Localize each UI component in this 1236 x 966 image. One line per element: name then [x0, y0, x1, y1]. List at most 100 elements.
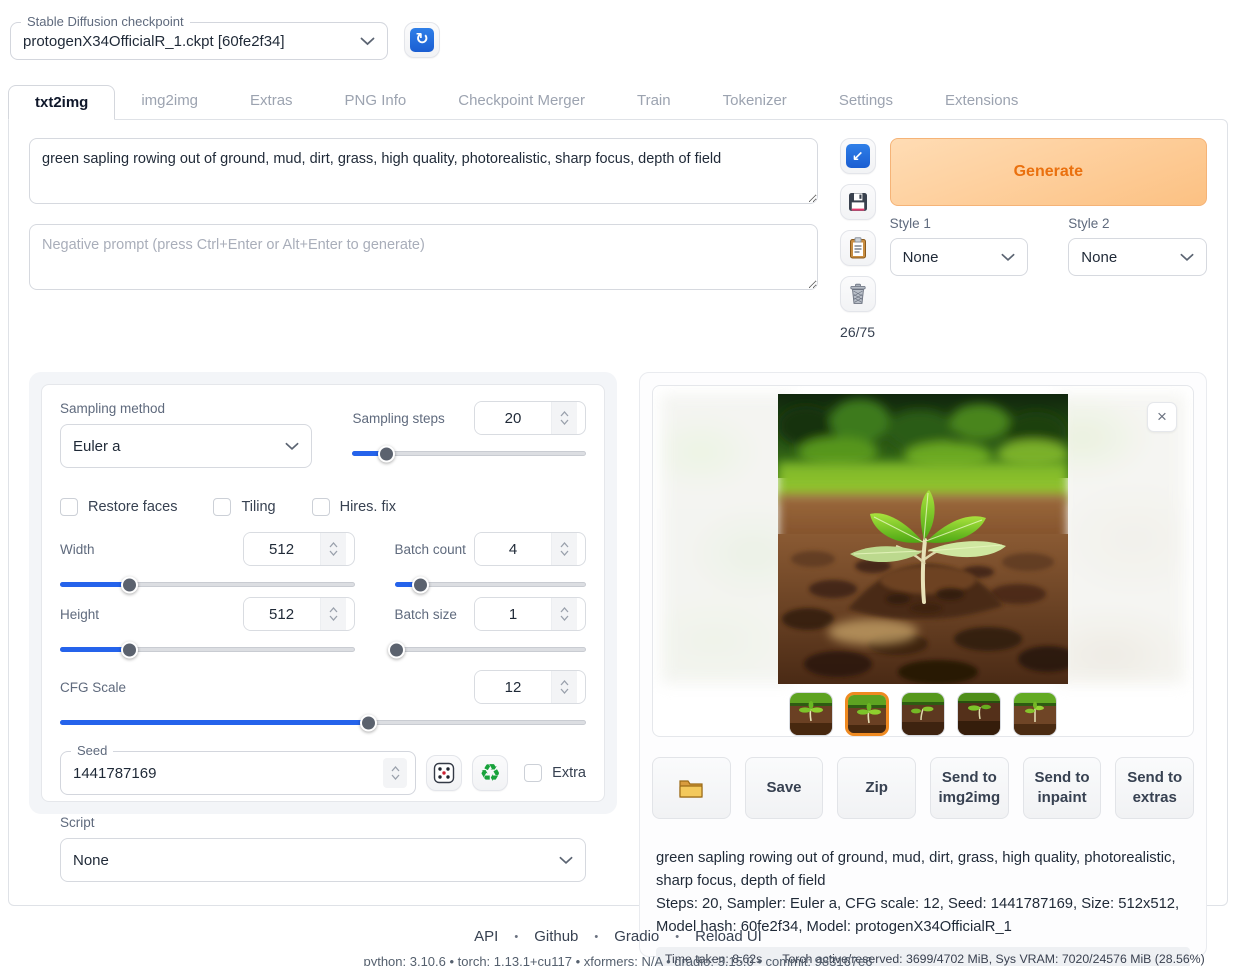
prompt-tools-column: ↙ [840, 138, 876, 340]
slider-handle[interactable] [360, 714, 377, 731]
number-spinner[interactable] [551, 533, 577, 565]
gallery-thumbnail-4[interactable] [957, 692, 1001, 736]
tab-extensions[interactable]: Extensions [919, 84, 1044, 119]
number-spinner[interactable] [320, 598, 346, 630]
tab-checkpoint-merger[interactable]: Checkpoint Merger [432, 84, 611, 119]
style2-dropdown[interactable]: None [1068, 238, 1207, 276]
tab-txt2img[interactable]: txt2img [8, 85, 115, 120]
chevron-down-icon [1001, 253, 1015, 262]
restore-faces-label: Restore faces [88, 499, 177, 515]
refresh-icon: ↻ [410, 28, 434, 52]
footer-link-reload-ui[interactable]: Reload UI [695, 928, 762, 945]
width-label: Width [60, 542, 95, 557]
negative-prompt-input[interactable] [29, 224, 818, 290]
clear-prompt-button[interactable] [840, 276, 876, 312]
zip-button[interactable]: Zip [837, 757, 916, 819]
gallery-thumbnail-2[interactable] [845, 692, 889, 736]
style2-value: None [1081, 249, 1180, 266]
height-input[interactable] [244, 598, 320, 630]
send-to-img2img-button[interactable]: Send to img2img [930, 757, 1009, 819]
save-button[interactable]: Save [745, 757, 824, 819]
generate-button[interactable]: Generate [890, 138, 1207, 206]
checkbox-icon [312, 498, 330, 516]
tab-img2img[interactable]: img2img [115, 84, 224, 119]
slider-handle[interactable] [378, 445, 395, 462]
bullet-separator: • [594, 931, 598, 943]
slider-handle[interactable] [121, 576, 138, 593]
tiling-checkbox[interactable]: Tiling [213, 498, 275, 516]
restore-faces-checkbox[interactable]: Restore faces [60, 498, 177, 516]
sampling-steps-input[interactable] [475, 402, 551, 434]
chevron-down-icon [285, 442, 299, 451]
generate-column: Generate Style 1 None Style 2 [890, 138, 1207, 340]
script-label: Script [60, 815, 586, 830]
reuse-seed-button[interactable]: ♻ [472, 755, 508, 791]
prompt-input[interactable]: green sapling rowing out of ground, mud,… [29, 138, 818, 204]
cfg-scale-slider[interactable] [60, 720, 586, 725]
batch-size-slider[interactable] [395, 647, 586, 652]
checkpoint-dropdown[interactable]: Stable Diffusion checkpoint protogenX34O… [10, 22, 388, 60]
hires-fix-checkbox[interactable]: Hires. fix [312, 498, 396, 516]
tab-train[interactable]: Train [611, 84, 697, 119]
footer-link-gradio[interactable]: Gradio [614, 928, 659, 945]
width-slider[interactable] [60, 582, 355, 587]
recycle-icon: ♻ [479, 761, 501, 785]
gallery-right-fade [1057, 394, 1185, 684]
number-spinner[interactable] [551, 402, 577, 434]
checkbox-icon [60, 498, 78, 516]
number-spinner[interactable] [383, 758, 407, 788]
height-slider[interactable] [60, 647, 355, 652]
checkpoint-value: protogenX34OfficialR_1.ckpt [60fe2f34] [23, 33, 360, 50]
batch-size-input[interactable] [475, 598, 551, 630]
gallery-thumbnail-5[interactable] [1013, 692, 1057, 736]
random-seed-button[interactable] [426, 755, 462, 791]
sampling-method-dropdown[interactable]: Euler a [60, 424, 312, 468]
number-spinner[interactable] [551, 598, 577, 630]
save-style-button[interactable] [840, 184, 876, 220]
result-gallery: × [652, 385, 1194, 737]
paste-generation-params-button[interactable]: ↙ [840, 138, 876, 174]
batch-count-input[interactable] [475, 533, 551, 565]
checkbox-icon [524, 764, 542, 782]
send-to-extras-button[interactable]: Send to extras [1115, 757, 1194, 819]
slider-handle[interactable] [388, 641, 405, 658]
width-input[interactable] [244, 533, 320, 565]
chevron-down-icon [1180, 253, 1194, 262]
hires-fix-label: Hires. fix [340, 499, 396, 515]
gallery-thumbnail-3[interactable] [901, 692, 945, 736]
number-spinner[interactable] [320, 533, 346, 565]
gallery-thumbnail-1[interactable] [789, 692, 833, 736]
close-gallery-button[interactable]: × [1147, 402, 1177, 432]
tab-png-info[interactable]: PNG Info [319, 84, 433, 119]
slider-handle[interactable] [412, 576, 429, 593]
output-prompt-text: green sapling rowing out of ground, mud,… [656, 847, 1190, 893]
footer-link-github[interactable]: Github [534, 928, 578, 945]
generated-image[interactable] [778, 394, 1068, 684]
tab-settings[interactable]: Settings [813, 84, 919, 119]
sampling-steps-slider[interactable] [352, 451, 586, 456]
tiling-label: Tiling [241, 499, 275, 515]
tab-tokenizer[interactable]: Tokenizer [697, 84, 813, 119]
open-folder-button[interactable] [652, 757, 731, 819]
send-to-inpaint-button[interactable]: Send to inpaint [1023, 757, 1102, 819]
script-value: None [73, 852, 559, 869]
script-dropdown[interactable]: None [60, 838, 586, 882]
slider-handle[interactable] [121, 641, 138, 658]
sampling-steps-label: Sampling steps [352, 411, 444, 426]
cfg-scale-input[interactable] [475, 671, 551, 703]
apply-style-button[interactable] [840, 230, 876, 266]
trash-icon [847, 283, 869, 305]
seed-field: Seed [60, 751, 416, 795]
number-spinner[interactable] [551, 671, 577, 703]
batch-count-label: Batch count [395, 542, 466, 557]
result-actions: Save Zip Send to img2img Send to inpaint… [652, 757, 1194, 819]
batch-count-slider[interactable] [395, 582, 586, 587]
tab-extras[interactable]: Extras [224, 84, 319, 119]
floppy-disk-icon [847, 191, 869, 213]
bullet-separator: • [514, 931, 518, 943]
footer-link-api[interactable]: API [474, 928, 498, 945]
style1-dropdown[interactable]: None [890, 238, 1029, 276]
seed-input[interactable] [73, 765, 383, 782]
refresh-checkpoint-button[interactable]: ↻ [404, 22, 440, 58]
extra-seed-checkbox[interactable]: Extra [524, 764, 586, 782]
